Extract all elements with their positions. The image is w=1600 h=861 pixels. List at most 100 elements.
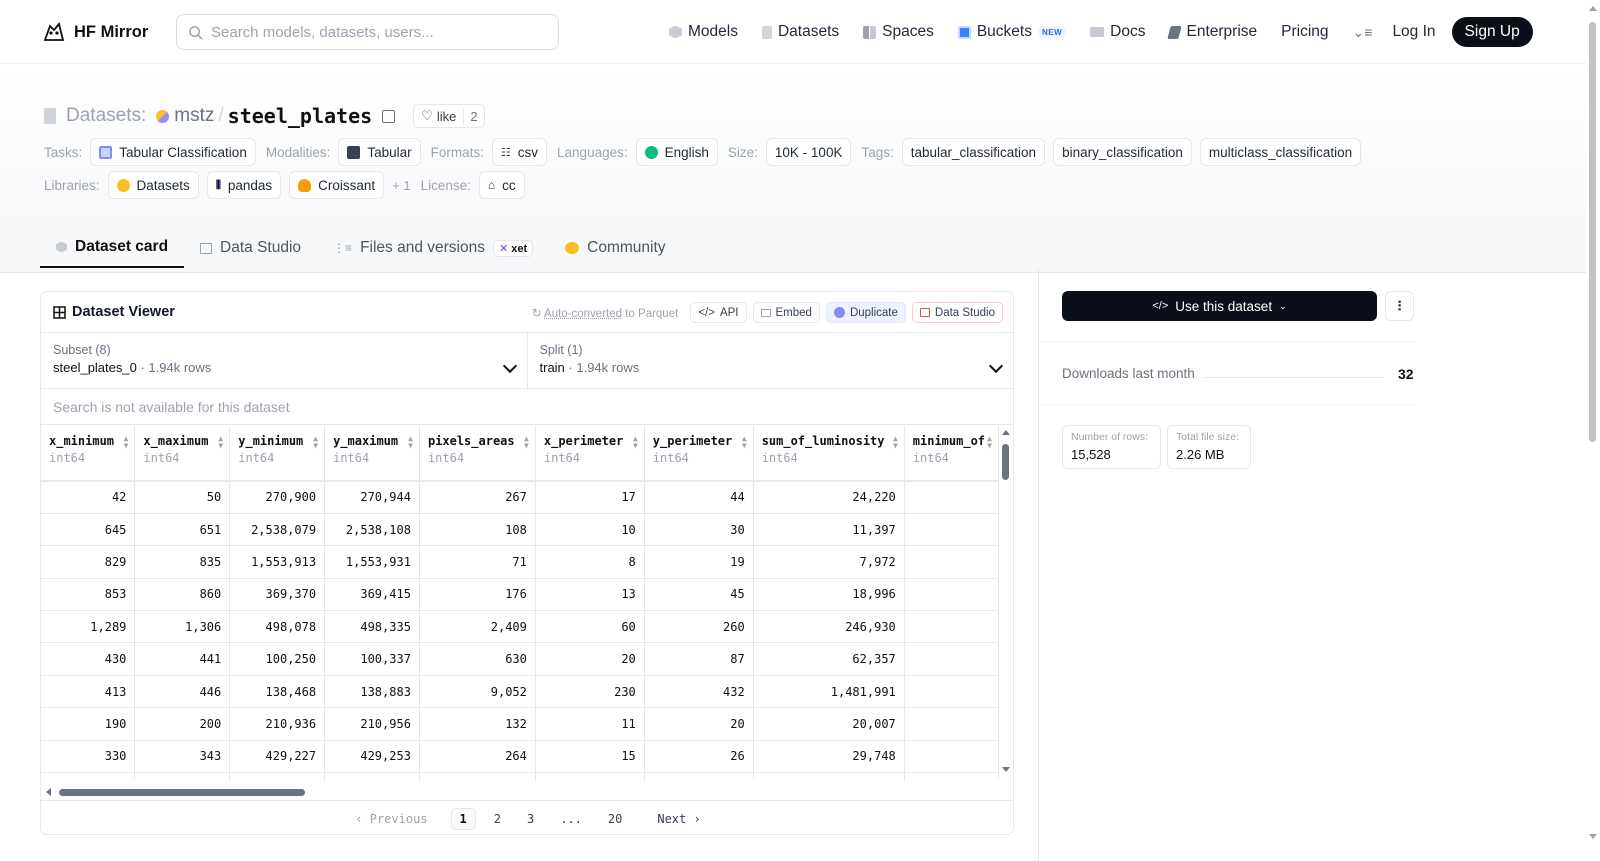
tag-task[interactable]: Tabular Classification <box>90 138 256 166</box>
table-cell[interactable]: 860 <box>134 578 231 612</box>
column-header[interactable]: y_minimum int64 ▲ ▼ <box>229 426 326 482</box>
table-cell[interactable]: 50 <box>134 481 231 514</box>
tag-language[interactable]: English <box>635 138 718 166</box>
sort-icon[interactable]: ▲ ▼ <box>633 435 638 450</box>
table-cell[interactable]: 230 <box>535 675 645 709</box>
nav-spaces[interactable]: Spaces <box>863 23 934 41</box>
table-cell[interactable]: 26 <box>644 740 754 774</box>
table-cell[interactable] <box>904 675 999 709</box>
table-cell[interactable]: 15 <box>535 740 645 774</box>
table-cell[interactable]: 829 <box>41 545 136 579</box>
site-logo[interactable]: HF Mirror <box>42 20 148 44</box>
table-cell[interactable]: 132 <box>419 707 536 741</box>
scroll-up-icon[interactable] <box>1589 6 1597 11</box>
tag-library[interactable]: Datasets <box>107 171 199 199</box>
data-table-wrap[interactable]: x_minimum int64 ▲ ▼ x_maximum int64 ▲ ▼ y_minimu… <box>41 426 999 780</box>
api-button[interactable]: </> API <box>690 302 747 323</box>
repo-name[interactable]: steel_plates <box>228 104 373 128</box>
nav-buckets[interactable]: Buckets NEW <box>957 23 1067 41</box>
split-select[interactable]: Split (1) train · 1.94k rows <box>526 333 1014 388</box>
table-cell[interactable]: 17 <box>535 481 645 514</box>
table-cell[interactable]: 270,900 <box>229 481 326 514</box>
tag-item[interactable]: tabular_classification <box>901 138 1046 166</box>
page-button[interactable]: 1 <box>450 807 476 830</box>
sort-icon[interactable]: ▲ ▼ <box>124 435 129 450</box>
nav-docs[interactable]: Docs <box>1090 23 1145 41</box>
table-cell[interactable]: 2,538,079 <box>229 513 326 547</box>
table-cell[interactable]: 446 <box>134 675 231 709</box>
tag-modality[interactable]: Tabular <box>338 138 421 166</box>
table-cell[interactable]: 1,506 <box>419 772 536 780</box>
tag-format[interactable]: ☷ csv <box>491 138 548 166</box>
table-cell[interactable]: 13 <box>535 578 645 612</box>
table-cell[interactable]: 779,308 <box>324 772 420 780</box>
table-cell[interactable]: 46 <box>535 772 645 780</box>
table-cell[interactable] <box>904 740 999 774</box>
table-cell[interactable]: 100,337 <box>324 642 420 676</box>
table-cell[interactable]: 498,335 <box>324 610 420 644</box>
table-cell[interactable]: 645 <box>41 513 136 547</box>
column-header[interactable]: y_perimeter int64 ▲ ▼ <box>644 426 754 482</box>
table-cell[interactable]: 210,956 <box>324 707 420 741</box>
duplicate-button[interactable]: Duplicate <box>825 302 906 323</box>
table-cell[interactable]: 429,253 <box>324 740 420 774</box>
use-this-dataset-button[interactable]: </> Use this dataset ⌄ <box>1062 291 1377 321</box>
tag-library[interactable]: ⫴ pandas <box>206 171 282 199</box>
table-cell[interactable]: 44 <box>644 481 754 514</box>
column-header[interactable]: pixels_areas int64 ▲ ▼ <box>419 426 536 482</box>
sort-icon[interactable]: ▲ ▼ <box>218 435 223 450</box>
table-cell[interactable]: 1,481,991 <box>753 675 905 709</box>
column-header[interactable]: sum_of_luminosity int64 ▲ ▼ <box>753 426 905 482</box>
site-search[interactable]: Search models, datasets, users... <box>176 14 559 50</box>
table-cell[interactable]: 24,220 <box>753 481 905 514</box>
tab-data-studio[interactable]: Data Studio <box>184 228 317 268</box>
scrollbar-thumb[interactable] <box>59 789 305 796</box>
tab-community[interactable]: Community <box>549 228 681 268</box>
scrollbar-thumb[interactable] <box>1589 22 1596 442</box>
table-cell[interactable] <box>904 481 999 514</box>
table-cell[interactable] <box>904 642 999 676</box>
column-header[interactable]: x_maximum int64 ▲ ▼ <box>134 426 231 482</box>
table-cell[interactable]: 270,944 <box>324 481 420 514</box>
table-cell[interactable]: 853 <box>41 578 136 612</box>
table-cell[interactable]: 176 <box>419 578 536 612</box>
like-button[interactable]: ♡ like 2 <box>413 104 485 128</box>
table-cell[interactable]: 429,227 <box>229 740 326 774</box>
table-cell[interactable]: 20,007 <box>753 707 905 741</box>
signup-button[interactable]: Sign Up <box>1451 17 1533 47</box>
table-cell[interactable]: 138,883 <box>324 675 420 709</box>
table-cell[interactable]: 180,215 <box>753 772 905 780</box>
page-button[interactable]: 20 <box>600 809 630 829</box>
tab-dataset-card[interactable]: Dataset card <box>40 228 185 268</box>
table-cell[interactable]: 779,144 <box>229 772 326 780</box>
table-cell[interactable]: 20 <box>644 707 754 741</box>
repo-owner[interactable]: mstz <box>174 105 214 127</box>
more-libraries[interactable]: + 1 <box>392 178 410 193</box>
table-cell[interactable]: 87 <box>644 642 754 676</box>
previous-page-button[interactable]: ‹ Previous <box>347 809 435 829</box>
page-scrollbar[interactable] <box>1586 0 1600 861</box>
scrollbar-thumb[interactable] <box>1002 444 1009 480</box>
column-header[interactable]: minimum_of int64 ▲ ▼ <box>904 426 999 482</box>
column-header[interactable]: y_maximum int64 ▲ ▼ <box>324 426 420 482</box>
table-cell[interactable]: 267 <box>419 481 536 514</box>
table-cell[interactable]: 19 <box>644 545 754 579</box>
table-cell[interactable]: 432 <box>644 675 754 709</box>
table-cell[interactable]: 42 <box>41 481 136 514</box>
tab-files-and-versions[interactable]: ⋮≡ Files and versions ✕ xet <box>317 228 549 268</box>
table-cell[interactable]: 18,996 <box>753 578 905 612</box>
table-cell[interactable]: 430 <box>41 642 136 676</box>
table-cell[interactable]: 330 <box>41 740 136 774</box>
data-studio-button[interactable]: Data Studio <box>911 302 1003 323</box>
table-cell[interactable]: 9,052 <box>419 675 536 709</box>
tag-library[interactable]: Croissant <box>289 171 385 199</box>
table-cell[interactable]: 30 <box>644 513 754 547</box>
nav-models[interactable]: Models <box>669 23 738 41</box>
page-button[interactable]: 3 <box>519 809 542 829</box>
table-cell[interactable]: 167 <box>644 772 754 780</box>
column-header[interactable]: x_minimum int64 ▲ ▼ <box>41 426 136 482</box>
table-cell[interactable]: 210,936 <box>229 707 326 741</box>
subset-select[interactable]: Subset (8) steel_plates_0 · 1.94k rows <box>41 333 527 388</box>
sort-icon[interactable]: ▲ ▼ <box>524 435 529 450</box>
more-menu-icon[interactable]: ⌄≡ <box>1353 24 1373 41</box>
